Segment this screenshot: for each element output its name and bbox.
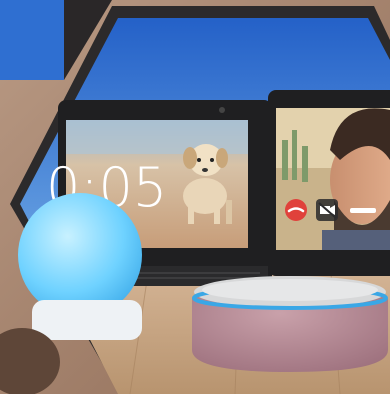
blue-corner-shape	[0, 0, 64, 80]
echo-show-call-device	[268, 90, 390, 276]
echo-orb-device	[18, 193, 142, 340]
echo-dot-device	[192, 276, 388, 372]
product-illustration: 0:05	[0, 0, 390, 394]
promo-scene: 0:05	[0, 0, 390, 394]
camera-icon	[219, 107, 225, 113]
